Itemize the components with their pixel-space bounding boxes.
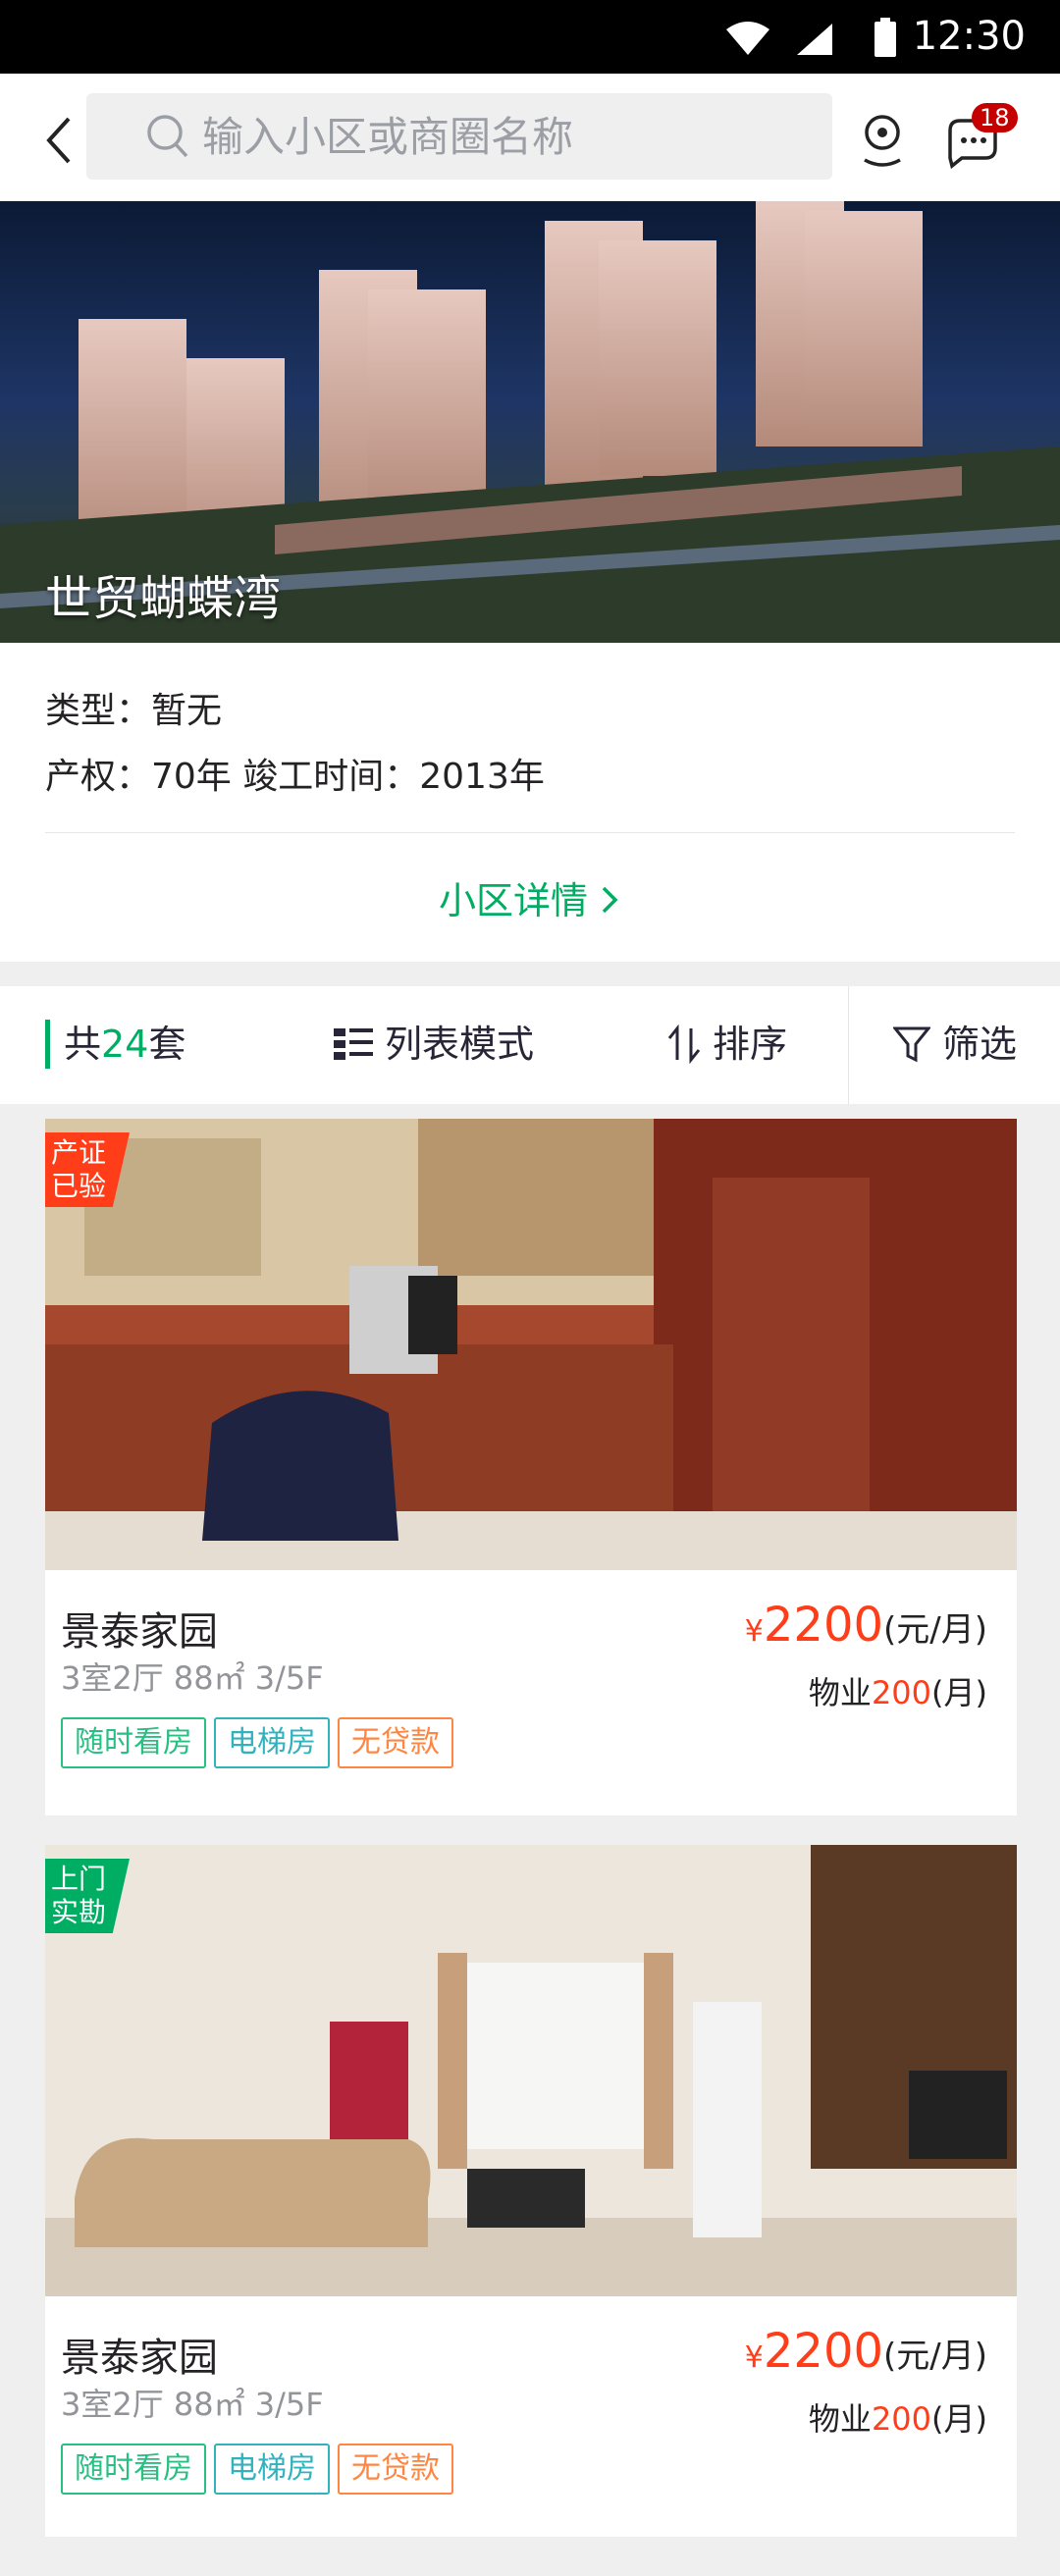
battery-icon: [874, 18, 896, 57]
fee-unit: (月): [931, 2400, 987, 2438]
feature-tag: 无贷款: [338, 1717, 453, 1768]
price-symbol: ¥: [744, 2340, 764, 2375]
message-badge: 18: [972, 103, 1018, 132]
listing-card[interactable]: 产证已验 景泰家园 3室2厅 88㎡ 3/5F ¥2200(元/月) 物业200…: [45, 1119, 1017, 1815]
search-icon: [147, 115, 188, 158]
feature-tag: 随时看房: [61, 1717, 206, 1768]
sort-label: 排序: [713, 1023, 788, 1066]
price-symbol: ¥: [744, 1614, 764, 1649]
divider: [848, 986, 849, 1104]
fee-amount: 200: [871, 1674, 932, 1711]
status-time: 12:30: [912, 14, 1026, 59]
list-mode-label: 列表模式: [385, 1023, 535, 1066]
wifi-icon: [726, 22, 769, 55]
hero-image: 世贸蝴蝶湾: [0, 201, 1060, 643]
header: 18: [0, 74, 1060, 201]
count-suffix: 套: [148, 1023, 186, 1066]
property-fee: 物业200(月): [809, 2394, 987, 2440]
chevron-right-icon: [602, 886, 618, 914]
listing-meta: 3室2厅 88㎡ 3/5F: [61, 2386, 324, 2423]
feature-tag: 无贷款: [338, 2444, 453, 2495]
listing-card[interactable]: 上门实勘 景泰家园 3室2厅 88㎡ 3/5F ¥2200(元/月) 物业200…: [45, 1845, 1017, 2537]
status-bar: 12:30: [0, 0, 1060, 74]
signal-icon: [797, 24, 832, 55]
feature-tag: 电梯房: [214, 2444, 330, 2495]
listing-photo: 产证已验: [45, 1119, 1017, 1570]
listing-price: ¥2200(元/月): [745, 1598, 987, 1653]
fee-amount: 200: [871, 2400, 932, 2438]
fee-label: 物业: [808, 1674, 872, 1711]
listing-title: 景泰家园: [61, 1609, 218, 1655]
funnel-icon: [893, 1026, 930, 1063]
community-detail-link[interactable]: 小区详情: [0, 870, 1060, 924]
listing-title: 景泰家园: [61, 2336, 218, 2381]
filter-bar: 共24套 列表模式 排序 筛选: [0, 986, 1060, 1104]
listing-price: ¥2200(元/月): [745, 2324, 987, 2379]
community-name: 世贸蝴蝶湾: [45, 571, 282, 626]
list-icon: [334, 1028, 373, 1060]
sort-icon: [667, 1025, 701, 1064]
filter-label: 筛选: [942, 1023, 1018, 1066]
type-text: 类型：暂无: [45, 691, 223, 731]
search-box[interactable]: [86, 93, 832, 180]
feature-tag: 电梯房: [214, 1717, 330, 1768]
count-prefix: 共: [64, 1023, 102, 1066]
community-detail-label: 小区详情: [438, 879, 588, 922]
feature-tags: 随时看房 电梯房 无贷款: [61, 1717, 453, 1768]
fee-unit: (月): [931, 1674, 987, 1711]
sort-button[interactable]: 排序: [667, 1020, 787, 1069]
list-mode-button[interactable]: 列表模式: [334, 1020, 534, 1069]
price-amount: 2200: [763, 1598, 884, 1653]
listing-meta: 3室2厅 88㎡ 3/5F: [61, 1659, 324, 1697]
property-text: 产权：70年 竣工时间：2013年: [45, 757, 545, 797]
price-unit: (元/月): [883, 1610, 987, 1650]
filter-button[interactable]: 筛选: [893, 1020, 1017, 1069]
feature-tag: 随时看房: [61, 2444, 206, 2495]
search-input[interactable]: [202, 93, 811, 180]
community-info: 类型：暂无 产权：70年 竣工时间：2013年 小区详情: [0, 643, 1060, 962]
listing-photo: 上门实勘: [45, 1845, 1017, 2296]
back-icon[interactable]: [39, 111, 79, 170]
count-number: 24: [101, 1023, 149, 1066]
fee-label: 物业: [808, 2400, 872, 2438]
price-amount: 2200: [763, 2324, 884, 2379]
listing-count: 共24套: [45, 1020, 186, 1069]
map-pin-icon[interactable]: [859, 113, 906, 168]
feature-tags: 随时看房 电梯房 无贷款: [61, 2444, 453, 2495]
property-fee: 物业200(月): [809, 1668, 987, 1713]
divider: [45, 832, 1015, 833]
price-unit: (元/月): [883, 2337, 987, 2376]
